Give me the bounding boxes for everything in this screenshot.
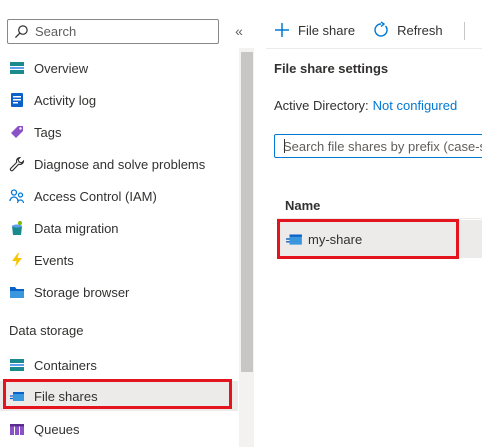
file-share-name[interactable]: my-share bbox=[308, 232, 362, 247]
file-share-search-input[interactable] bbox=[275, 135, 482, 157]
sidebar-item-label: Access Control (IAM) bbox=[34, 188, 157, 204]
refresh-label: Refresh bbox=[397, 22, 443, 38]
refresh-icon bbox=[371, 20, 391, 40]
active-directory-label: Active Directory: bbox=[274, 98, 369, 113]
sidebar-item-access-control[interactable]: Access Control (IAM) bbox=[0, 180, 238, 212]
lightning-icon bbox=[9, 252, 25, 268]
sidebar-item-containers[interactable]: Containers bbox=[0, 349, 238, 381]
section-label-data-storage: Data storage bbox=[9, 323, 84, 338]
sidebar-item-label: Activity log bbox=[34, 92, 97, 108]
toolbar-separator bbox=[464, 22, 465, 40]
sidebar-item-storage-browser[interactable]: Storage browser bbox=[0, 276, 238, 308]
sidebar-item-queues[interactable]: Queues bbox=[0, 413, 238, 445]
file-share-icon bbox=[286, 234, 302, 245]
add-file-share-label: File share bbox=[298, 22, 356, 38]
collapse-sidebar-button[interactable]: « bbox=[230, 20, 248, 42]
sidebar-item-events[interactable]: Events bbox=[0, 244, 238, 276]
sidebar-item-label: Tags bbox=[34, 124, 62, 140]
sidebar-search-input[interactable] bbox=[35, 24, 205, 39]
refresh-button[interactable]: Refresh bbox=[371, 20, 443, 40]
sidebar-item-label: File shares bbox=[34, 388, 98, 404]
sidebar-item-label: Containers bbox=[34, 357, 97, 373]
data-migration-icon bbox=[9, 220, 25, 236]
sidebar-item-label: Diagnose and solve problems bbox=[34, 156, 206, 172]
sidebar-item-data-migration[interactable]: Data migration bbox=[0, 212, 238, 244]
add-file-share-button[interactable]: File share bbox=[272, 20, 355, 40]
sidebar-item-label: Data migration bbox=[34, 220, 119, 236]
table-row[interactable]: my-share bbox=[277, 220, 482, 258]
folder-icon bbox=[9, 284, 25, 300]
sidebar-item-label: Storage browser bbox=[34, 284, 130, 300]
active-directory-row: Active Directory: Not configured bbox=[274, 98, 457, 113]
active-directory-config-link[interactable]: Not configured bbox=[373, 98, 458, 113]
sidebar-item-file-shares[interactable]: File shares bbox=[0, 381, 238, 411]
file-share-settings-title: File share settings bbox=[274, 61, 389, 76]
overview-icon bbox=[9, 60, 25, 76]
toolbar: File share Refresh bbox=[272, 14, 459, 46]
toolbar-divider bbox=[266, 48, 482, 49]
sidebar-item-overview[interactable]: Overview bbox=[0, 52, 238, 84]
sidebar-item-label: Events bbox=[34, 252, 74, 268]
containers-icon bbox=[9, 357, 25, 373]
file-share-search-box[interactable] bbox=[274, 134, 482, 158]
file-share-icon bbox=[9, 388, 25, 404]
sidebar-search-box[interactable] bbox=[7, 19, 219, 44]
column-header-name[interactable]: Name bbox=[285, 198, 320, 213]
sidebar: « Overview Activity log Tags Diagnose an… bbox=[0, 0, 255, 447]
wrench-icon bbox=[9, 156, 25, 172]
sidebar-scrollbar-thumb[interactable] bbox=[241, 52, 253, 372]
plus-icon bbox=[272, 20, 292, 40]
people-icon bbox=[9, 188, 25, 204]
tag-icon bbox=[9, 124, 25, 140]
activity-log-icon bbox=[9, 92, 25, 108]
sidebar-item-tags[interactable]: Tags bbox=[0, 116, 238, 148]
header-divider bbox=[277, 218, 482, 219]
sidebar-item-label: Queues bbox=[34, 421, 80, 437]
sidebar-item-label: Overview bbox=[34, 60, 89, 76]
queues-icon bbox=[9, 421, 25, 437]
sidebar-item-diagnose[interactable]: Diagnose and solve problems bbox=[0, 148, 238, 180]
text-caret bbox=[284, 139, 285, 153]
search-icon bbox=[14, 25, 28, 39]
sidebar-item-activity-log[interactable]: Activity log bbox=[0, 84, 238, 116]
